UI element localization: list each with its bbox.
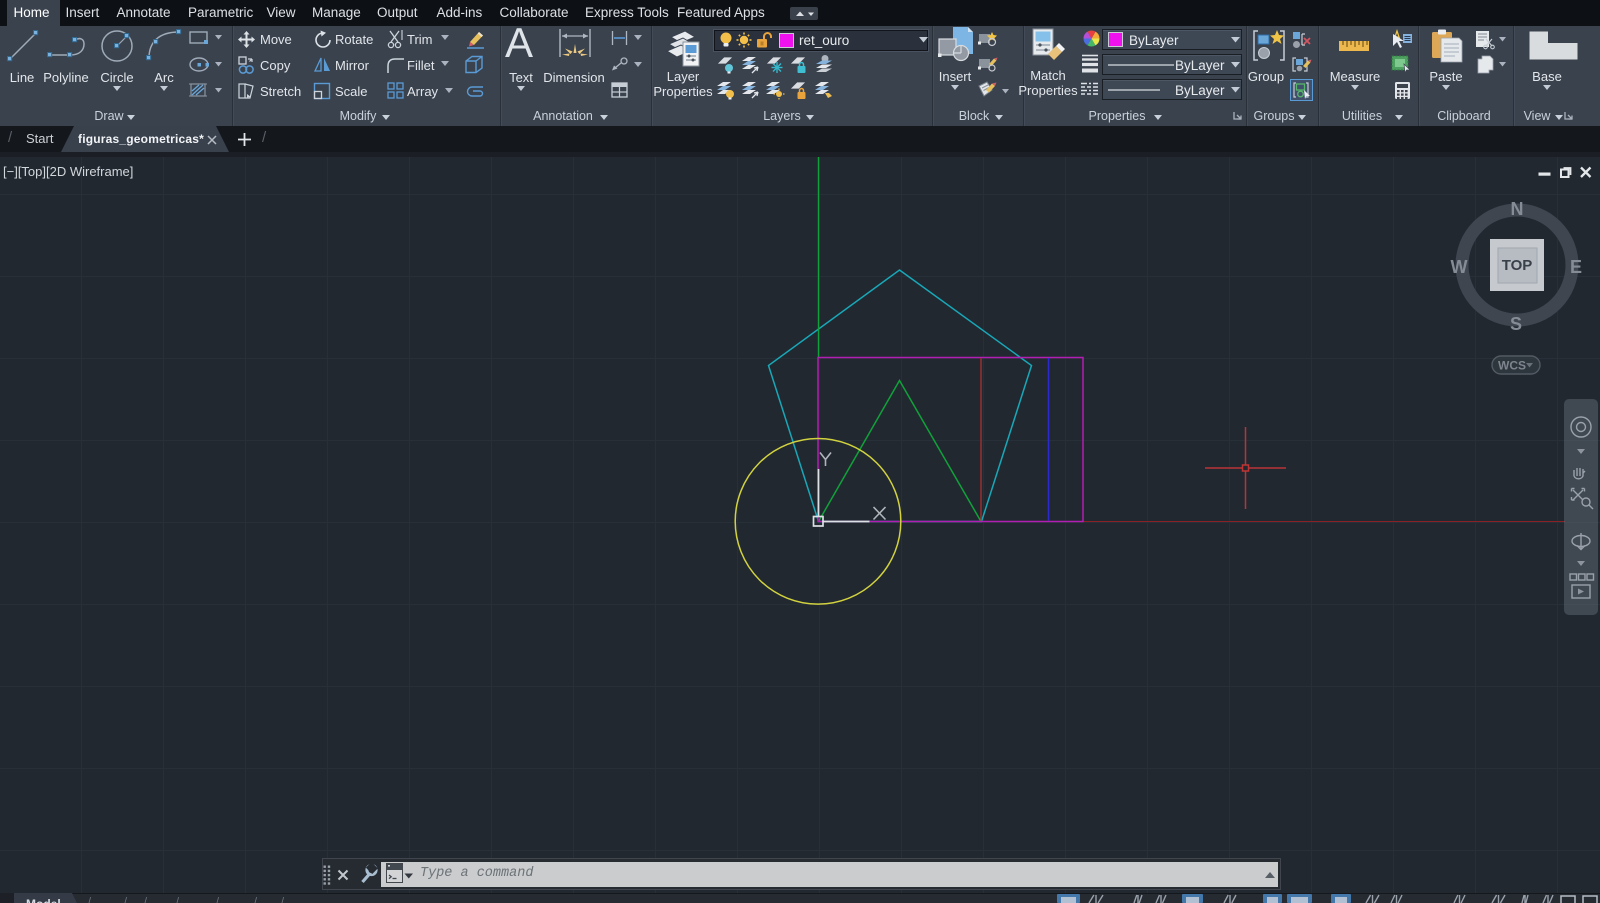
svg-text:E: E — [1570, 257, 1582, 277]
svg-text:TOP: TOP — [1502, 257, 1533, 274]
svg-text:S: S — [1510, 314, 1522, 334]
svg-text:N: N — [1511, 199, 1524, 219]
svg-text:W: W — [1451, 257, 1468, 277]
svg-text:WCS: WCS — [1498, 359, 1526, 373]
